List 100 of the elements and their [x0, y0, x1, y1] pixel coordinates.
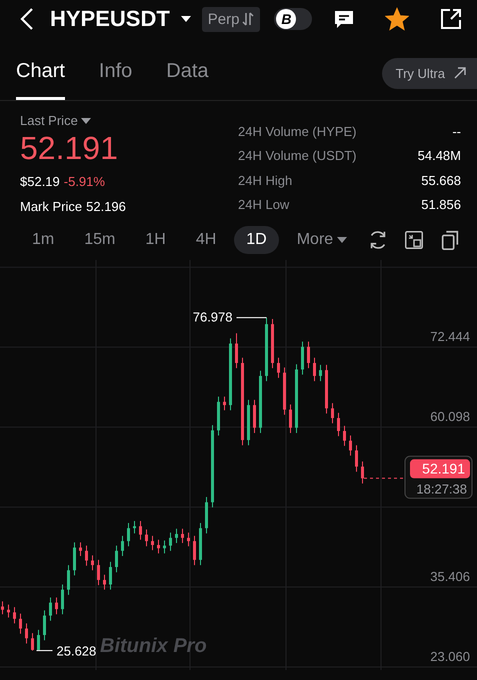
- tab[interactable]: Data: [166, 56, 209, 100]
- candle: [223, 396, 226, 411]
- candle: [253, 399, 256, 434]
- price-change: -5.91%: [64, 174, 105, 189]
- copy-icon[interactable]: [439, 229, 461, 251]
- timeframe-button[interactable]: 1m: [20, 226, 66, 254]
- share-icon[interactable]: [439, 7, 463, 31]
- candle: [187, 532, 190, 547]
- tab[interactable]: Chart: [16, 56, 65, 100]
- candle: [115, 545, 118, 573]
- candle: [109, 561, 112, 590]
- candle: [307, 341, 310, 369]
- price-tag: 52.191 18:27:38: [404, 456, 472, 499]
- candle: [301, 341, 304, 376]
- stat-label: 24H Low: [238, 196, 290, 214]
- candle: [349, 435, 352, 456]
- candle: [247, 399, 250, 446]
- candle: [25, 622, 28, 644]
- candle: [133, 520, 136, 534]
- toggle-switch[interactable]: B: [274, 8, 312, 30]
- stat-value: 55.668: [420, 172, 461, 190]
- candle: [139, 520, 142, 540]
- mark-price: 52.196: [86, 199, 126, 214]
- resize-icon[interactable]: [403, 229, 425, 251]
- caret-icon: [337, 236, 348, 244]
- brand-watermark: Bitunix Pro: [100, 635, 207, 657]
- candle: [319, 364, 322, 382]
- candle: [151, 535, 154, 551]
- candle: [37, 629, 40, 650]
- candle: [205, 496, 208, 534]
- axis-label: 72.444: [430, 329, 470, 344]
- candle: [283, 367, 286, 416]
- candle: [295, 364, 298, 434]
- candle: [289, 404, 292, 434]
- timeframe-button[interactable]: 1H: [133, 226, 178, 254]
- candle: [55, 596, 58, 615]
- star-icon[interactable]: [385, 7, 410, 31]
- candle: [43, 610, 46, 641]
- candle: [7, 604, 10, 618]
- candle: [31, 632, 34, 652]
- caret-icon[interactable]: [180, 14, 192, 24]
- candle: [175, 528, 178, 544]
- stat-label: 24H Volume (USDT): [238, 148, 358, 166]
- candle: [337, 412, 340, 437]
- candle: [259, 370, 262, 434]
- candle: [127, 522, 130, 547]
- axis-label: 60.098: [430, 409, 470, 424]
- candle: [355, 444, 358, 472]
- timeframe-button[interactable]: 15m: [72, 226, 128, 254]
- candle: [157, 539, 160, 554]
- candle: [61, 584, 64, 615]
- candle: [265, 317, 268, 382]
- last-price: 52.191: [20, 130, 119, 167]
- candle: [49, 596, 52, 622]
- candle: [97, 559, 100, 586]
- axis-label: 23.060: [430, 649, 470, 664]
- candle: [277, 357, 280, 378]
- axis-label: 35.406: [430, 569, 470, 584]
- candle: [163, 540, 166, 554]
- candle: [181, 528, 184, 544]
- candle: [331, 402, 334, 424]
- stat-value: 54.48M: [418, 148, 461, 166]
- candle: [169, 532, 172, 552]
- candle: [19, 613, 22, 634]
- candle: [313, 357, 316, 382]
- candle: [13, 606, 16, 624]
- timeframe-button[interactable]: 4H: [184, 226, 228, 254]
- more-menu[interactable]: More: [284, 226, 360, 254]
- candle: [325, 364, 328, 414]
- candle: [199, 522, 202, 566]
- candle: [217, 396, 220, 436]
- stat-label: 24H Volume (HYPE): [238, 124, 358, 141]
- candle: [145, 528, 148, 547]
- candle: [73, 542, 76, 576]
- candle: [361, 460, 364, 484]
- candle: [67, 564, 70, 596]
- candle: [91, 554, 94, 571]
- tab[interactable]: Info: [98, 56, 132, 100]
- candle: [121, 535, 124, 556]
- stat-value: --: [451, 124, 461, 141]
- candle: [271, 318, 274, 369]
- candle: [235, 332, 238, 369]
- try-ultra-button[interactable]: Try Ultra: [382, 58, 477, 88]
- candle: [103, 574, 106, 590]
- last-price-line: [364, 478, 406, 479]
- last-price-label[interactable]: Last Price: [20, 113, 78, 128]
- candle: [1, 600, 4, 615]
- candle: [85, 545, 88, 566]
- symbol-title[interactable]: HYPEUSDT: [50, 6, 170, 32]
- usd-price: $52.19: [20, 174, 60, 189]
- candle: [343, 425, 346, 446]
- swap-icon: [242, 12, 254, 26]
- caret-icon[interactable]: [80, 116, 91, 124]
- arrow-icon: [453, 66, 467, 80]
- candle: [193, 535, 196, 566]
- market-type-chip[interactable]: Perp: [202, 6, 260, 32]
- timeframe-button[interactable]: 1D: [234, 226, 279, 254]
- mark-price-label: Mark Price: [20, 199, 82, 214]
- stat-value: 51.856: [420, 196, 461, 214]
- stat-label: 24H High: [238, 172, 294, 190]
